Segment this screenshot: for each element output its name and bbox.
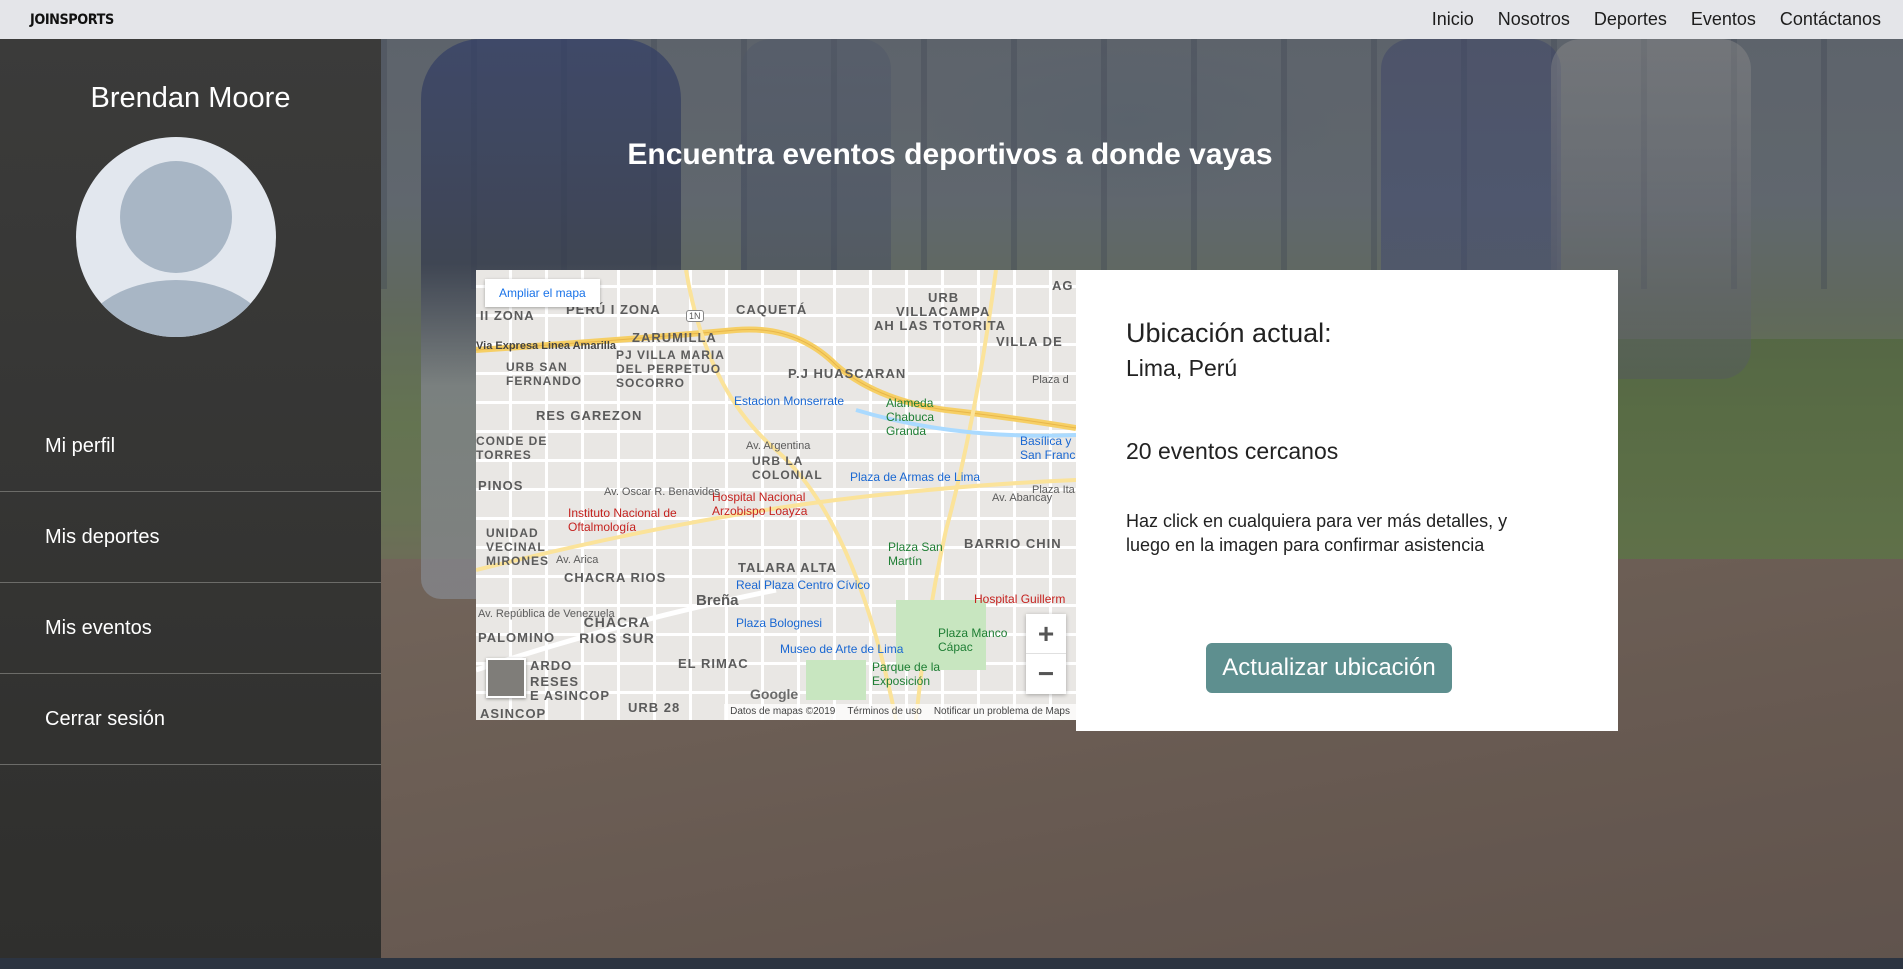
- map-label: Parque de la Exposición: [872, 660, 941, 688]
- top-navbar: JOINSPORTS Inicio Nosotros Deportes Even…: [0, 0, 1903, 39]
- map-label: Via Expresa Linea Amarilla: [476, 340, 617, 352]
- map-label: Av. Arica: [556, 554, 599, 566]
- sidebar-item-mis-eventos[interactable]: Mis eventos: [0, 583, 381, 674]
- sidebar: Brendan Moore Mi perfil Mis deportes Mis…: [0, 39, 381, 958]
- map-label: EL RIMAC: [678, 656, 749, 671]
- page-headline: Encuentra eventos deportivos a donde vay…: [627, 138, 1273, 171]
- map-label: II ZONA: [480, 308, 535, 323]
- map-label: CAQUETÁ: [736, 302, 808, 317]
- expand-map-button[interactable]: Ampliar el mapa: [485, 279, 600, 307]
- google-logo: Google: [750, 686, 799, 702]
- map-label: PINOS: [478, 478, 524, 493]
- update-location-button[interactable]: Actualizar ubicación: [1206, 643, 1452, 693]
- map-label: UNIDAD VECINAL MIRONES: [486, 526, 550, 568]
- map-label: Av. Argentina: [746, 440, 811, 452]
- map-label: Plaza Manco Cápac: [938, 626, 1008, 654]
- zoom-out-button[interactable]: −: [1026, 654, 1066, 694]
- map-label: E ASINCOP: [530, 688, 611, 703]
- sidebar-item-mi-perfil[interactable]: Mi perfil: [0, 401, 381, 492]
- map-label: Instituto Nacional de Oftalmología: [568, 506, 677, 534]
- map-label: AH LAS TOTORITA: [874, 318, 1006, 333]
- nav-links: Inicio Nosotros Deportes Eventos Contáct…: [1432, 9, 1881, 30]
- map-label: Basílica y San Franc: [1020, 434, 1076, 462]
- map-label: Plaza Bolognesi: [736, 616, 823, 630]
- map-label: CHACRA RIOS: [564, 570, 667, 585]
- map-label: Hospital Nacional Arzobispo Loayza: [712, 490, 808, 518]
- map-label: Plaza San Martín: [888, 540, 943, 568]
- current-location-value: Lima, Perú: [1126, 355, 1238, 381]
- sidebar-item-cerrar-sesion[interactable]: Cerrar sesión: [0, 674, 381, 765]
- map-label: Estacion Monserrate: [734, 394, 845, 408]
- nav-link-inicio[interactable]: Inicio: [1432, 9, 1474, 30]
- map-label: Alameda Chabuca Granda: [886, 396, 935, 438]
- map-label: URB SAN FERNANDO: [506, 360, 582, 388]
- nav-link-contactanos[interactable]: Contáctanos: [1780, 9, 1881, 30]
- map-label: BARRIO CHIN: [964, 536, 1062, 551]
- user-name: Brendan Moore: [90, 82, 291, 114]
- bottom-bar: [0, 958, 1903, 969]
- map-label: Plaza d: [1032, 374, 1069, 386]
- map-label: Hospital Guillerm: [974, 592, 1066, 606]
- map-label: Breña: [696, 592, 739, 609]
- map-label: Av. Oscar R. Benavides: [604, 486, 720, 498]
- map-route-badge: 1N: [686, 310, 704, 322]
- map-label: CONDE DE TORRES: [476, 434, 548, 462]
- avatar-head-icon: [120, 161, 232, 273]
- map-terms-link[interactable]: Términos de uso: [847, 706, 921, 718]
- map-footer: Datos de mapas ©2019 Términos de uso Not…: [724, 704, 1076, 720]
- zoom-in-button[interactable]: +: [1026, 614, 1066, 654]
- location-info-panel: Ubicación actual: Lima, Perú 20 eventos …: [1076, 270, 1618, 731]
- map-label: Real Plaza Centro Cívico: [736, 578, 871, 592]
- map-label: PALOMINO: [478, 630, 556, 645]
- map-label: URB LA COLONIAL: [752, 454, 823, 482]
- map-report-link[interactable]: Notificar un problema de Maps: [934, 706, 1070, 718]
- nav-link-eventos[interactable]: Eventos: [1691, 9, 1756, 30]
- map-label: TALARA ALTA: [738, 560, 837, 575]
- map-label: ASINCOP: [480, 706, 547, 720]
- map-label: ZARUMILLA: [632, 330, 717, 345]
- help-text: Haz click en cualquiera para ver más det…: [1126, 511, 1508, 555]
- map-label: URB: [928, 290, 960, 305]
- avatar[interactable]: [76, 137, 276, 337]
- map-label: VILLACAMPA: [896, 304, 991, 319]
- zoom-control: + −: [1026, 614, 1066, 694]
- map-label: RESES: [530, 674, 580, 689]
- map-label: PJ VILLA MARIA DEL PERPETUO SOCORRO: [616, 348, 725, 390]
- map-label: RES GAREZON: [536, 408, 643, 423]
- map-label: P.J HUASCARAN: [788, 366, 907, 381]
- map-label: ARDO: [530, 658, 573, 673]
- map-label: Plaza de Armas de Lima: [850, 470, 981, 484]
- nearby-events-count: 20 eventos cercanos: [1126, 438, 1339, 464]
- nav-link-deportes[interactable]: Deportes: [1594, 9, 1667, 30]
- map[interactable]: URB VILLACAMPA AH LAS TOTORITA CAQUETÁ P…: [476, 270, 1076, 720]
- sidebar-menu: Mi perfil Mis deportes Mis eventos Cerra…: [0, 401, 381, 765]
- map-label: Av. República de Venezuela: [478, 608, 615, 620]
- brand-logo[interactable]: JOINSPORTS: [30, 12, 114, 28]
- map-label: AG: [1052, 278, 1074, 293]
- current-location-label: Ubicación actual:: [1126, 318, 1332, 348]
- map-label: URB 28: [628, 700, 681, 715]
- map-label: Museo de Arte de Lima: [780, 642, 904, 656]
- nav-link-nosotros[interactable]: Nosotros: [1498, 9, 1570, 30]
- sidebar-item-mis-deportes[interactable]: Mis deportes: [0, 492, 381, 583]
- map-label: VILLA DE: [996, 334, 1063, 349]
- map-label: Plaza Ita: [1032, 484, 1075, 496]
- map-data-credit: Datos de mapas ©2019: [730, 706, 836, 717]
- avatar-body-icon: [76, 280, 276, 337]
- satellite-toggle-button[interactable]: [486, 658, 526, 698]
